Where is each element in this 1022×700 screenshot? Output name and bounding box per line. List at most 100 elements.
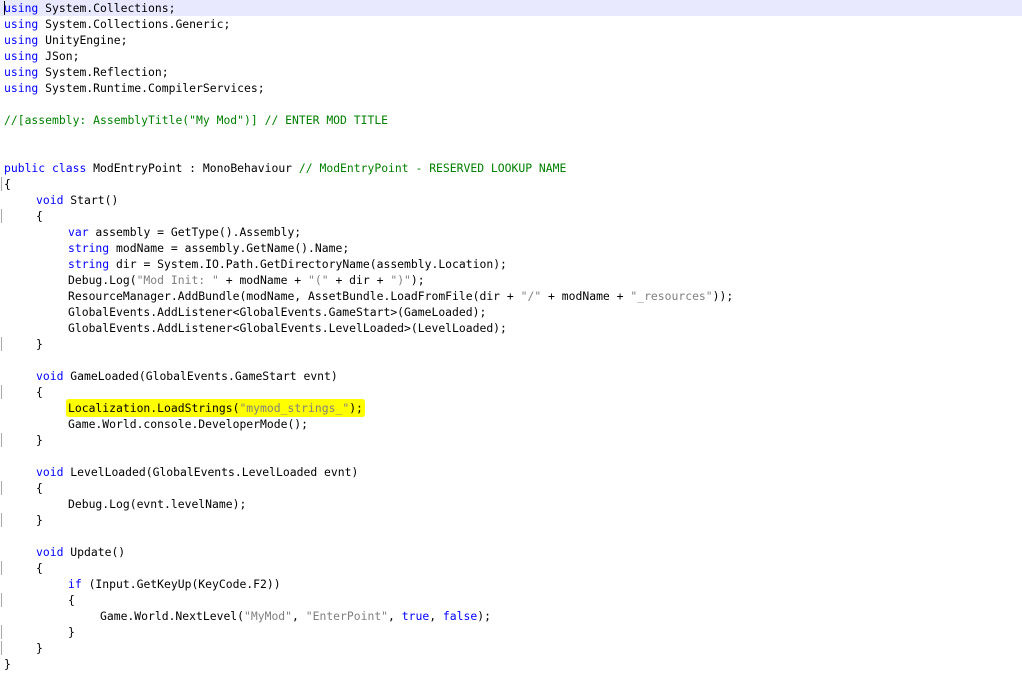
code-text: System.Collections.Generic; (38, 17, 231, 31)
code-editor[interactable]: using System.Collections; using System.C… (0, 0, 1022, 700)
code-line[interactable]: using System.Reflection; (4, 64, 169, 80)
code-text: } (68, 625, 75, 639)
code-text: { (36, 385, 43, 399)
fold-guide-mark (1, 385, 2, 399)
code-text: dir = System.IO.Path.GetDirectoryName(as… (109, 257, 507, 271)
code-line[interactable]: } (4, 336, 43, 352)
code-text: JSon; (38, 49, 80, 63)
code-text: Game.World.console.DeveloperMode(); (68, 417, 309, 431)
fold-guide-mark (1, 433, 2, 447)
fold-guide-mark (1, 561, 2, 575)
code-line[interactable]: GlobalEvents.AddListener<GlobalEvents.Le… (4, 320, 507, 336)
keyword: void (36, 465, 64, 479)
code-text: LevelLoaded(GlobalEvents.LevelLoaded evn… (63, 465, 359, 479)
code-line[interactable]: { (4, 480, 43, 496)
code-text: (Input.GetKeyUp(KeyCode.F2)) (81, 577, 281, 591)
code-text: ); (477, 609, 491, 623)
code-line[interactable]: using UnityEngine; (4, 32, 127, 48)
code-line[interactable]: { (4, 592, 75, 608)
string-literal: "EnterPoint" (305, 609, 389, 623)
string-literal: ")" (390, 273, 411, 287)
code-text: assembly = GetType().Assembly; (88, 225, 302, 239)
code-line[interactable]: using JSon; (4, 48, 79, 64)
code-text: } (36, 513, 43, 527)
code-line[interactable]: void GameLoaded(GlobalEvents.GameStart e… (4, 368, 338, 384)
code-text: ); (410, 273, 425, 287)
fold-guide-mark (1, 513, 2, 527)
code-line[interactable]: void LevelLoaded(GlobalEvents.LevelLoade… (4, 464, 358, 480)
code-line[interactable]: public class ModEntryPoint : MonoBehavio… (4, 160, 566, 176)
code-line[interactable]: Localization.LoadStrings("mymod_strings_… (4, 400, 363, 416)
code-line[interactable]: using System.Collections; (4, 0, 175, 16)
fold-guide-mark (1, 625, 2, 639)
code-text: } (4, 657, 11, 671)
code-line[interactable]: void Update() (4, 544, 125, 560)
string-literal: "Mod Init: " (136, 273, 219, 287)
code-line[interactable]: if (Input.GetKeyUp(KeyCode.F2)) (4, 576, 281, 592)
code-line[interactable]: string modName = assembly.GetName().Name… (4, 240, 349, 256)
code-text: UnityEngine; (38, 33, 128, 47)
keyword: using (4, 33, 39, 47)
code-text: modName = assembly.GetName().Name; (109, 241, 350, 255)
code-text: , (292, 609, 306, 623)
code-text: GlobalEvents.AddListener<GlobalEvents.Le… (68, 321, 507, 335)
code-line[interactable]: { (4, 384, 43, 400)
code-line[interactable]: { (4, 208, 43, 224)
code-line[interactable]: { (4, 560, 43, 576)
keyword: public (4, 161, 46, 175)
keyword: using (4, 49, 39, 63)
string-literal: "_resources" (630, 289, 713, 303)
string-literal: "/" (520, 289, 542, 303)
code-text: { (36, 209, 43, 223)
code-text: System.Runtime.CompilerServices; (38, 81, 265, 95)
keyword: void (36, 545, 64, 559)
keyword: var (68, 225, 89, 239)
code-text: { (4, 177, 11, 191)
code-line[interactable]: GlobalEvents.AddListener<GlobalEvents.Ga… (4, 304, 486, 320)
code-line[interactable]: Debug.Log(evnt.levelName); (4, 496, 246, 512)
code-line[interactable]: } (4, 432, 43, 448)
code-text: ); (349, 401, 363, 415)
keyword: class (52, 161, 87, 175)
code-line[interactable]: string dir = System.IO.Path.GetDirectory… (4, 256, 507, 272)
code-line[interactable]: } (4, 624, 75, 640)
keyword: using (4, 65, 39, 79)
code-line[interactable]: { (4, 176, 11, 192)
fold-guide-mark (1, 337, 2, 351)
code-line[interactable]: Game.World.NextLevel("MyMod", "EnterPoin… (4, 608, 491, 624)
code-text: Update() (63, 545, 126, 559)
code-text: , (429, 609, 443, 623)
code-line[interactable]: } (4, 512, 43, 528)
keyword: void (36, 193, 64, 207)
keyword: using (4, 17, 39, 31)
code-line[interactable]: //[assembly: AssemblyTitle("My Mod")] //… (4, 112, 388, 128)
code-line[interactable]: void Start() (4, 192, 118, 208)
code-line[interactable]: using System.Collections.Generic; (4, 16, 230, 32)
highlighted-statement: Localization.LoadStrings("mymod_strings_… (68, 401, 363, 415)
keyword: true (401, 609, 430, 623)
code-text: + dir + (328, 273, 391, 287)
keyword: string (68, 241, 110, 255)
code-text: ResourceManager.AddBundle(modName, Asset… (68, 289, 521, 303)
code-line[interactable]: ResourceManager.AddBundle(modName, Asset… (4, 288, 733, 304)
keyword: void (36, 369, 64, 383)
code-text: } (36, 433, 43, 447)
keyword: false (442, 609, 478, 623)
code-line[interactable]: Game.World.console.DeveloperMode(); (4, 416, 308, 432)
code-text: System.Reflection; (38, 65, 169, 79)
code-line[interactable]: } (4, 640, 43, 656)
code-line[interactable]: using System.Runtime.CompilerServices; (4, 80, 265, 96)
keyword: using (4, 81, 39, 95)
code-text: GlobalEvents.AddListener<GlobalEvents.Ga… (68, 305, 487, 319)
code-line[interactable]: var assembly = GetType().Assembly; (4, 224, 301, 240)
code-line[interactable]: Debug.Log("Mod Init: " + modName + "(" +… (4, 272, 425, 288)
fold-guide-mark (1, 209, 2, 223)
code-text: ModEntryPoint : MonoBehaviour (86, 161, 299, 175)
code-line[interactable]: } (4, 656, 11, 672)
code-text: GameLoaded(GlobalEvents.GameStart evnt) (63, 369, 338, 383)
keyword: if (68, 577, 82, 591)
comment: // ModEntryPoint - RESERVED LOOKUP NAME (298, 161, 567, 175)
code-text: )); (712, 289, 734, 303)
code-text: } (36, 641, 43, 655)
code-text: + modName + (541, 289, 631, 303)
